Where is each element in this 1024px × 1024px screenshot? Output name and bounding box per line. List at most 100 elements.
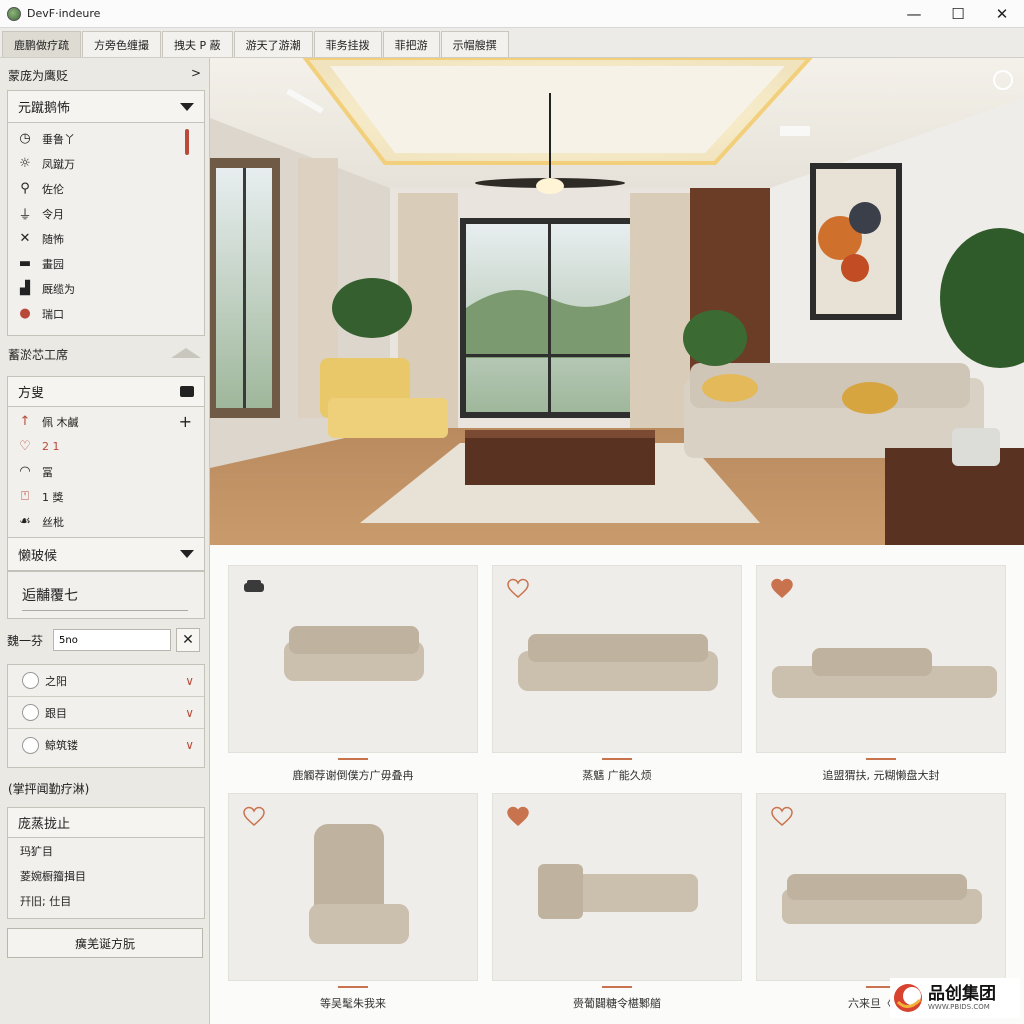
brand-name: 品创集团 — [928, 984, 996, 1004]
collapse-icon[interactable] — [171, 348, 201, 358]
window-title: DevF·indeure — [27, 7, 101, 20]
menu-tab-3[interactable]: 拽夫 P 蔽 — [162, 31, 233, 57]
settings-item[interactable]: ☙ 丝枇 — [8, 509, 204, 534]
lighting-list: ◷ 垂鲁丫 ☼ 凤蹴万 ⚲ 佐伦 ⏚ 令月 ✕ 随怖 ▬ 畫园 ▟ 厩缆为 ● 瑞口 — [8, 123, 204, 326]
product-image — [229, 794, 477, 985]
style-item[interactable]: 菱婉橱籀揖目 — [8, 863, 204, 888]
window-controls: — ☐ ✕ — [892, 0, 1024, 28]
lighting-item[interactable]: ⏚ 令月 — [8, 201, 204, 226]
folder-icon — [180, 386, 194, 397]
caption-divider — [338, 758, 368, 760]
lighting-item-label: 令月 — [42, 207, 64, 221]
clock-icon: ◷ — [19, 131, 31, 146]
settings-item[interactable]: ♡ 2 1 — [8, 434, 204, 459]
filter-label: 跟目 — [45, 706, 67, 720]
lighting-dropdown-label: 元蹴鹅怖 — [18, 101, 71, 116]
heart-icon: ♡ — [19, 439, 31, 454]
menu-tab-4[interactable]: 游天了游潮 — [233, 31, 313, 57]
product-image — [229, 566, 477, 757]
heart-filled-icon[interactable] — [507, 806, 529, 831]
minimize-button[interactable]: — — [892, 0, 936, 28]
sun-icon: ☼ — [19, 156, 31, 171]
dropdown-4[interactable]: 逅黼覆七 — [7, 571, 205, 619]
menu-tab-1[interactable]: 鹿鹏做疗疏 — [2, 31, 81, 57]
settings-list: ↑ 佩 木鹹 + ♡ 2 1 ◠ 冨 ⍞ 1 獎 ☙ 丝枇 — [8, 407, 204, 534]
filter-label: 鲸筑镂 — [45, 739, 78, 752]
lighting-item[interactable]: ● 瑞口 — [8, 301, 204, 326]
lighting-item[interactable]: ⚲ 佐伦 — [8, 176, 204, 201]
lighting-item-label: 畫园 — [42, 257, 64, 271]
search-row: 魏一芬 ✕ — [7, 627, 205, 653]
lighting-dropdown[interactable]: 元蹴鹅怖 — [8, 91, 204, 123]
add-icon[interactable]: + — [179, 412, 192, 431]
settings-item[interactable]: ↑ 佩 木鹹 + — [8, 409, 204, 434]
monitor-icon: ▬ — [18, 256, 32, 271]
product-card[interactable] — [228, 793, 478, 981]
filter-row-1[interactable]: 之阳 ∨ — [8, 665, 204, 697]
lighting-item[interactable]: ▬ 畫园 — [8, 251, 204, 276]
clear-search-button[interactable]: ✕ — [176, 628, 200, 652]
settings-item[interactable]: ⍞ 1 獎 — [8, 484, 204, 509]
chevron-down-icon: ∨ — [185, 705, 194, 720]
settings-item-label: 2 1 — [42, 440, 60, 453]
lighting-item[interactable]: ✕ 随怖 — [8, 226, 204, 251]
style-item[interactable]: 幵旧; 仕目 — [8, 888, 204, 913]
heart-outline-icon[interactable] — [243, 806, 265, 831]
lighting-item-label: 厩缆为 — [42, 282, 75, 296]
caption-divider — [602, 758, 632, 760]
product-caption: 鹿觸荐谢倒僕方广毋叠冉 — [292, 769, 414, 782]
lighting-item[interactable]: ☼ 凤蹴万 — [8, 151, 204, 176]
product-card[interactable] — [492, 793, 742, 981]
menu-bar: 鹿鹏做疗疏 方旁色缠撮 拽夫 P 蔽 游天了游潮 菲务挂拨 菲把游 示帽艘撰 — [0, 28, 1024, 58]
apply-button[interactable]: 癀羌诞方朊 — [7, 928, 203, 958]
close-button[interactable]: ✕ — [980, 0, 1024, 28]
heart-filled-icon[interactable] — [771, 578, 793, 603]
section-title-style: (掌抨闻勤疗淋) — [8, 782, 90, 796]
product-image — [757, 794, 1005, 985]
product-caption: 追盟猬扶, 元糊懒盘大封 — [822, 769, 940, 782]
dropdown-3[interactable]: 懒玻候 — [7, 537, 205, 571]
heart-outline-icon[interactable] — [507, 578, 529, 603]
settings-dropdown-label: 方叟 — [18, 386, 45, 401]
settings-item-label: 佩 木鹹 — [42, 415, 79, 429]
chevron-right-icon[interactable]: > — [191, 66, 201, 80]
menu-tab-7[interactable]: 示帽艘撰 — [440, 31, 509, 57]
heart-outline-icon[interactable] — [771, 806, 793, 831]
filter-row-2[interactable]: 跟目 ∨ — [8, 697, 204, 729]
leaf-icon: ☙ — [19, 514, 31, 529]
divider — [22, 610, 188, 611]
sofa-icon[interactable] — [243, 578, 265, 597]
product-caption: 赍葡闢糖令椹鄹艏 — [573, 997, 661, 1010]
title-bar: DevF·indeure — ☐ ✕ — [0, 0, 1024, 28]
product-caption: 等吴髦朱我来 — [320, 997, 386, 1010]
settings-item-label: 丝枇 — [42, 515, 64, 529]
menu-tab-6[interactable]: 菲把游 — [382, 31, 440, 57]
product-card[interactable] — [228, 565, 478, 753]
triangle-down-icon — [180, 102, 194, 111]
radio-button[interactable] — [22, 704, 39, 721]
lighting-item[interactable]: ▟ 厩缆为 — [8, 276, 204, 301]
lighting-item-label: 瑞口 — [42, 307, 64, 321]
dropdown-4-label: 逅黼覆七 — [22, 588, 78, 604]
settings-dropdown[interactable]: 方叟 — [8, 377, 204, 407]
style-item[interactable]: 玛犷目 — [8, 838, 204, 863]
product-caption: 蒸魑 广能久烦 — [582, 769, 652, 782]
product-image — [493, 794, 741, 985]
product-card[interactable] — [756, 565, 1006, 753]
chart-icon: ▟ — [20, 281, 30, 296]
lighting-item[interactable]: ◷ 垂鲁丫 — [8, 126, 204, 151]
product-card[interactable] — [756, 793, 1006, 981]
menu-tab-2[interactable]: 方旁色缠撮 — [82, 31, 161, 57]
maximize-button[interactable]: ☐ — [936, 0, 980, 28]
scroll-indicator[interactable] — [185, 129, 189, 155]
section-title-lighting: 蒙庞为鹰贬 — [8, 69, 69, 83]
radio-button[interactable] — [22, 736, 39, 754]
filter-row-3[interactable]: 鲸筑镂 ∨ — [8, 729, 204, 761]
product-card[interactable] — [492, 565, 742, 753]
menu-tab-5[interactable]: 菲务挂拨 — [313, 31, 382, 57]
room-preview[interactable] — [210, 58, 1024, 545]
style-panel-header[interactable]: 庞蒸拢止 — [8, 808, 204, 838]
search-input[interactable] — [53, 629, 171, 651]
radio-button[interactable] — [22, 672, 39, 689]
settings-item[interactable]: ◠ 冨 — [8, 459, 204, 484]
